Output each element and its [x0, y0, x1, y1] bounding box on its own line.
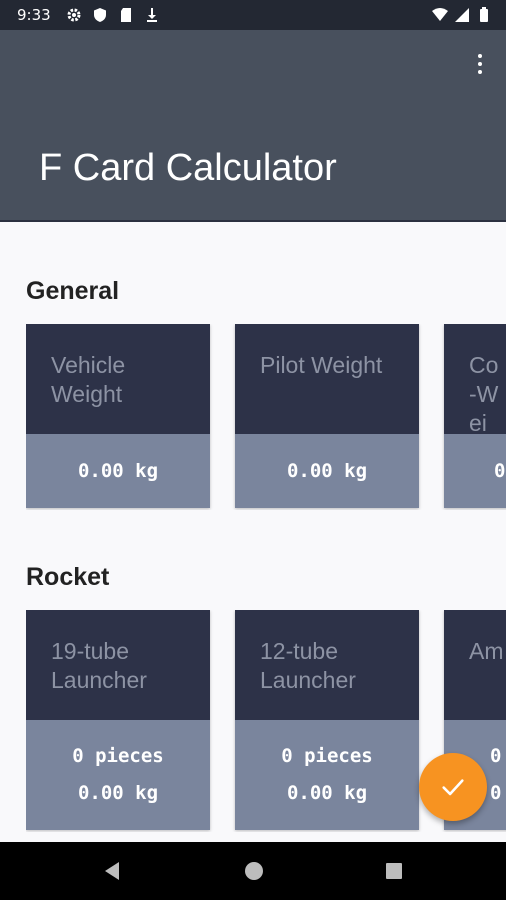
app-bar: F Card Calculator [0, 30, 506, 222]
home-icon[interactable] [243, 860, 265, 882]
overflow-menu-icon[interactable] [468, 50, 492, 78]
sd-card-icon [121, 8, 131, 22]
back-icon[interactable] [101, 860, 123, 882]
status-time: 9:33 [17, 6, 51, 24]
shield-icon [94, 8, 106, 22]
card-value-count: 0 [490, 745, 502, 767]
card-label: Pilot Weight [260, 352, 383, 378]
wifi-icon [432, 8, 448, 21]
card-value-count: 0 pieces [72, 745, 164, 767]
check-icon [442, 779, 464, 796]
battery-icon [480, 7, 488, 22]
settings-icon [67, 8, 81, 22]
card-label: Vehicle Weight [51, 352, 126, 407]
card-row-general: Vehicle Weight 0.00 kg Pilot Weight 0.00… [26, 324, 506, 510]
card-label: Am [469, 638, 504, 664]
status-bar: 9:33 [0, 0, 506, 30]
card-value-weight: 0.00 kg [286, 459, 368, 482]
app-title: F Card Calculator [39, 147, 337, 189]
card-value-weight: 0.00 kg [77, 459, 159, 482]
card-value-weight: 0 [490, 782, 502, 804]
section-title-rocket: Rocket [26, 563, 110, 591]
section-title-general: General [26, 277, 120, 305]
card-vehicle-weight[interactable]: Vehicle Weight 0.00 kg [26, 324, 210, 508]
card-label: 12-tube Launcher [260, 638, 356, 693]
card-label: 19-tube Launcher [51, 638, 147, 693]
card-value-weight: 0.00 kg [77, 782, 159, 804]
card-12-tube-launcher[interactable]: 12-tube Launcher 0 pieces 0.00 kg [235, 610, 419, 830]
card-label: Co-Wei [469, 352, 499, 436]
recents-icon[interactable] [383, 860, 405, 882]
card-19-tube-launcher[interactable]: 19-tube Launcher 0 pieces 0.00 kg [26, 610, 210, 830]
card-value-weight: 0 [494, 459, 506, 482]
signal-icon [455, 8, 469, 22]
confirm-fab-button[interactable] [419, 753, 487, 821]
card-value-count: 0 pieces [281, 745, 373, 767]
card-co-weight[interactable]: Co-Wei 0 [444, 324, 506, 508]
card-pilot-weight[interactable]: Pilot Weight 0.00 kg [235, 324, 419, 508]
card-value-weight: 0.00 kg [286, 782, 368, 804]
download-icon [147, 8, 157, 22]
navigation-bar [0, 842, 506, 900]
